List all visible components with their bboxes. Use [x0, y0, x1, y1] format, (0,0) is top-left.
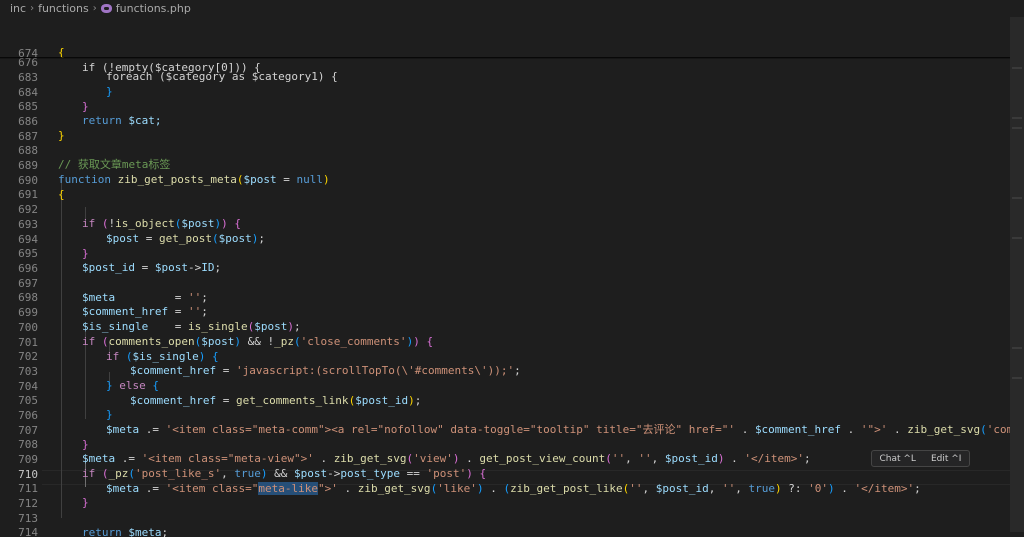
code-line[interactable]: 698 $comment_href = '';: [0, 276, 1010, 319]
code-line[interactable]: 700 if (comments_open($post) && !_pz('cl…: [0, 306, 1010, 349]
code-line[interactable]: 696: [0, 247, 1010, 275]
code-line[interactable]: 686 }: [0, 100, 1010, 143]
code-line[interactable]: 693 $post = get_post($post);: [0, 203, 1010, 246]
breadcrumb-file[interactable]: functions.php: [116, 2, 191, 15]
code-text: if (!empty($category[0])) {: [82, 61, 261, 75]
breadcrumb-symbol[interactable]: functions: [38, 2, 89, 15]
code-line-active[interactable]: 710 $meta .= '<item class="meta-like">' …: [0, 453, 1010, 496]
code-line[interactable]: 711 }: [0, 467, 1010, 510]
minimap-marker: [1012, 117, 1022, 119]
edit-button[interactable]: Edit ^I: [931, 454, 962, 464]
breadcrumb-folder[interactable]: inc: [10, 2, 26, 15]
minimap-marker: [1012, 67, 1022, 69]
vertical-scrollbar[interactable]: [1010, 17, 1024, 537]
code-line[interactable]: 691: [0, 173, 1010, 201]
code-line[interactable]: 702 $comment_href = 'javascript:(scrollT…: [0, 335, 1010, 378]
chevron-right-icon: ›: [92, 3, 97, 14]
scrollbar-thumb[interactable]: [1010, 17, 1024, 532]
minimap-marker: [1012, 237, 1022, 239]
chat-button[interactable]: Chat ^L: [880, 454, 916, 464]
code-line[interactable]: 689 function zib_get_posts_meta($post = …: [0, 144, 1010, 187]
php-file-icon: [100, 4, 112, 13]
code-line[interactable]: 709 if (_pz('post_like_s', true) && $pos…: [0, 438, 1010, 481]
inline-chat-widget: Chat ^L Edit ^I: [871, 450, 970, 467]
minimap-marker: [1012, 127, 1022, 129]
chevron-right-icon: ›: [30, 3, 35, 14]
code-editor-window: inc › functions › functions.php 671 { 67…: [0, 0, 1024, 537]
code-line[interactable]: 707 }: [0, 409, 1010, 452]
code-line[interactable]: 692 if (!is_object($post)) {: [0, 188, 1010, 231]
code-line[interactable]: 713 return $meta;: [0, 497, 1010, 537]
code-line[interactable]: 690 {: [0, 159, 1010, 202]
code-line[interactable]: 714 }: [0, 511, 1010, 537]
code-line[interactable]: 715: [0, 526, 1010, 537]
code-line[interactable]: 694 }: [0, 218, 1010, 261]
code-line[interactable]: 701 if ($is_single) {: [0, 321, 1010, 364]
code-line[interactable]: 708 $meta .= '<item class="meta-view">' …: [0, 423, 1010, 466]
breadcrumb: inc › functions › functions.php: [0, 0, 1024, 17]
sticky-scroll-shadow: [0, 57, 1010, 59]
code-line[interactable]: 703 } else {: [0, 350, 1010, 393]
code-line[interactable]: 674 if (!empty($category[0])) {: [0, 32, 1010, 74]
minimap-marker: [1012, 377, 1022, 379]
code-line[interactable]: 697 $meta = '';: [0, 262, 1010, 305]
minimap-marker: [1012, 347, 1022, 349]
editor-area[interactable]: 671 { 676 foreach ($category as $categor…: [0, 17, 1024, 537]
code-line[interactable]: 687: [0, 115, 1010, 143]
code-line[interactable]: 705 }: [0, 379, 1010, 422]
minimap-marker: [1012, 197, 1022, 199]
code-line[interactable]: 695 $post_id = $post->ID;: [0, 232, 1010, 275]
code-line[interactable]: 706 $meta .= '<item class="meta-comm"><a…: [0, 394, 1024, 437]
code-line[interactable]: 704 $comment_href = get_comments_link($p…: [0, 365, 1010, 408]
code-line[interactable]: 685 return $cat;: [0, 85, 1010, 128]
code-line[interactable]: 671 {: [0, 17, 1010, 59]
code-line[interactable]: 688 // 获取文章meta标签: [0, 129, 1010, 172]
code-line[interactable]: 712: [0, 482, 1010, 510]
code-line[interactable]: 699 $is_single = is_single($post);: [0, 291, 1010, 334]
